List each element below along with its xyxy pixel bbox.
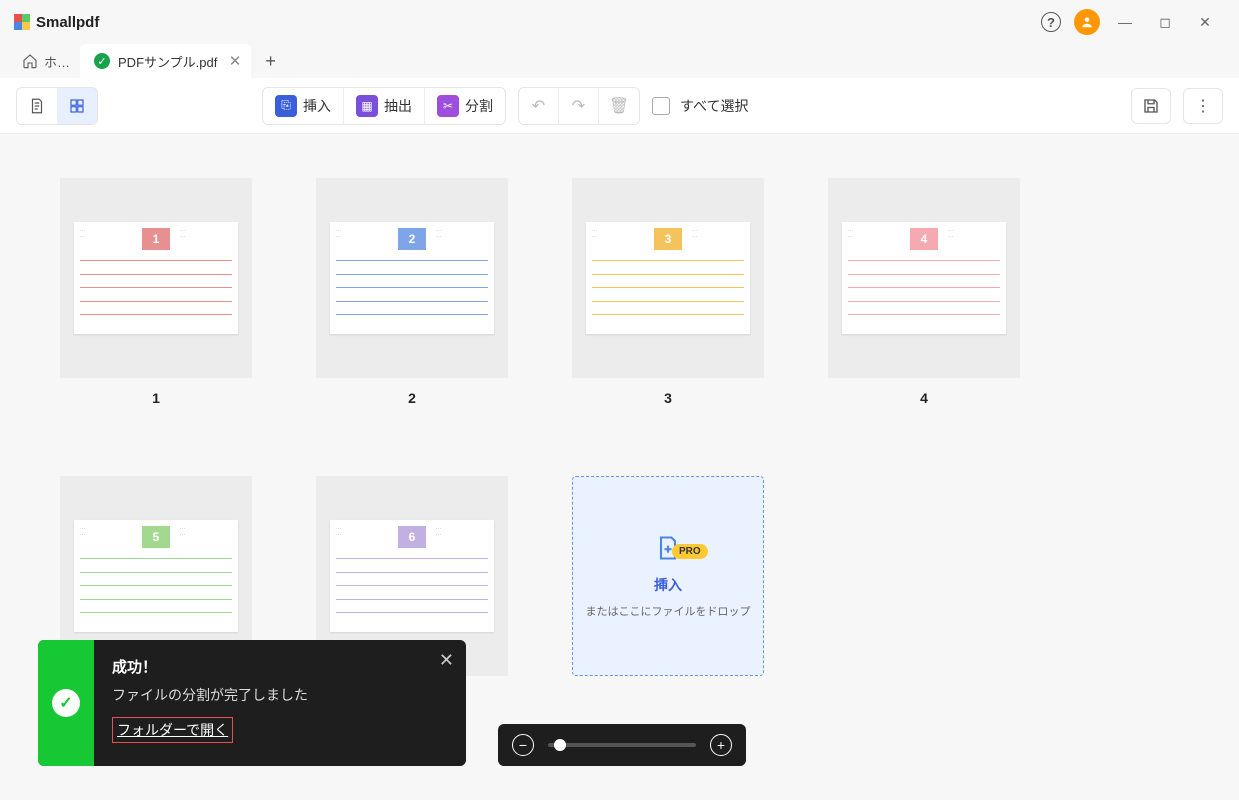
- split-button[interactable]: ✂ 分割: [425, 88, 505, 124]
- tab-home[interactable]: ホ…: [12, 44, 80, 78]
- page-icon: [28, 97, 46, 115]
- toast-status-stripe: ✓: [38, 640, 94, 766]
- view-grid-button[interactable]: [57, 88, 97, 124]
- insert-dropzone-wrapper: PRO 挿入 またはここにファイルをドロップ: [572, 476, 764, 704]
- window-close-button[interactable]: ✕: [1185, 4, 1225, 40]
- split-icon: ✂: [437, 95, 459, 117]
- select-all[interactable]: すべて選択: [652, 96, 748, 116]
- dropzone-subtitle: またはここにファイルをドロップ: [586, 603, 751, 619]
- page-thumbnail[interactable]: ······1······ 1: [60, 178, 252, 406]
- logo-mark-icon: [14, 14, 30, 30]
- zoom-slider[interactable]: [548, 743, 696, 747]
- undo-icon: ↶: [532, 96, 545, 116]
- avatar-icon: [1074, 9, 1100, 35]
- app-logo: Smallpdf: [14, 14, 99, 31]
- extract-icon: ▦: [356, 95, 378, 117]
- tab-document[interactable]: ✓ PDFサンプル.pdf ✕: [80, 44, 251, 78]
- zoom-in-button[interactable]: +: [710, 734, 732, 756]
- new-tab-button[interactable]: +: [251, 51, 290, 72]
- grid-icon: [68, 97, 86, 115]
- page-number: 3: [664, 390, 672, 406]
- delete-button[interactable]: 🗑: [599, 88, 639, 124]
- page-thumbnail[interactable]: ······3······ 3: [572, 178, 764, 406]
- redo-icon: ↷: [572, 96, 585, 116]
- calendar-preview: ······5······: [74, 520, 238, 632]
- calendar-preview: ······3······: [586, 222, 750, 334]
- page-number: 4: [920, 390, 928, 406]
- titlebar: Smallpdf ? — ◻ ✕: [0, 0, 1239, 44]
- insert-label: 挿入: [303, 96, 331, 116]
- insert-dropzone[interactable]: PRO 挿入 またはここにファイルをドロップ: [572, 476, 764, 676]
- tab-bar: ホ… ✓ PDFサンプル.pdf ✕ +: [0, 44, 1239, 78]
- page-number: 1: [152, 390, 160, 406]
- more-icon: ⋮: [1195, 96, 1211, 116]
- app-name: Smallpdf: [36, 14, 99, 31]
- page-thumbnail[interactable]: ······4······ 4: [828, 178, 1020, 406]
- success-check-icon: ✓: [52, 689, 80, 717]
- insert-button[interactable]: ⎘ 挿入: [263, 88, 344, 124]
- page-number: 2: [408, 390, 416, 406]
- select-all-label: すべて選択: [680, 96, 748, 116]
- tab-home-label: ホ…: [44, 52, 70, 71]
- window-minimize-button[interactable]: —: [1105, 4, 1145, 40]
- extract-label: 抽出: [384, 96, 412, 116]
- save-icon: [1142, 97, 1160, 115]
- check-icon: ✓: [94, 53, 110, 69]
- zoom-out-button[interactable]: −: [512, 734, 534, 756]
- toast-title: 成功！: [112, 656, 448, 677]
- split-label: 分割: [465, 96, 493, 116]
- extract-button[interactable]: ▦ 抽出: [344, 88, 425, 124]
- calendar-preview: ······6······: [330, 520, 494, 632]
- tab-close-button[interactable]: ✕: [229, 52, 242, 70]
- trash-icon: 🗑: [609, 96, 629, 116]
- zoom-bar: − +: [498, 724, 746, 766]
- history-group: ↶ ↷ 🗑: [518, 87, 640, 125]
- view-single-button[interactable]: [17, 88, 57, 124]
- toast-close-button[interactable]: ✕: [439, 650, 454, 671]
- toolbar: ⎘ 挿入 ▦ 抽出 ✂ 分割 ↶ ↷ 🗑 すべて選択 ⋮: [0, 78, 1239, 134]
- help-icon: ?: [1041, 12, 1061, 32]
- more-button[interactable]: ⋮: [1183, 88, 1223, 124]
- tab-document-label: PDFサンプル.pdf: [118, 52, 217, 71]
- insert-icon: ⎘: [275, 95, 297, 117]
- dropzone-title: 挿入: [654, 575, 682, 595]
- account-button[interactable]: [1069, 4, 1105, 40]
- calendar-preview: ······1······: [74, 222, 238, 334]
- toast-message: ファイルの分割が完了しました: [112, 685, 448, 705]
- tool-group: ⎘ 挿入 ▦ 抽出 ✂ 分割: [262, 87, 506, 125]
- redo-button[interactable]: ↷: [559, 88, 599, 124]
- success-toast: ✓ 成功！ ファイルの分割が完了しました フォルダーで開く ✕: [38, 640, 466, 766]
- home-icon: [22, 53, 38, 69]
- zoom-handle[interactable]: [554, 739, 566, 751]
- view-toggle: [16, 87, 98, 125]
- help-button[interactable]: ?: [1033, 4, 1069, 40]
- save-button[interactable]: [1131, 88, 1171, 124]
- open-folder-link[interactable]: フォルダーで開く: [112, 717, 233, 743]
- window-maximize-button[interactable]: ◻: [1145, 4, 1185, 40]
- calendar-preview: ······4······: [842, 222, 1006, 334]
- pro-badge: PRO: [672, 544, 708, 559]
- checkbox-icon: [652, 97, 670, 115]
- calendar-preview: ······2······: [330, 222, 494, 334]
- page-thumbnail[interactable]: ······2······ 2: [316, 178, 508, 406]
- undo-button[interactable]: ↶: [519, 88, 559, 124]
